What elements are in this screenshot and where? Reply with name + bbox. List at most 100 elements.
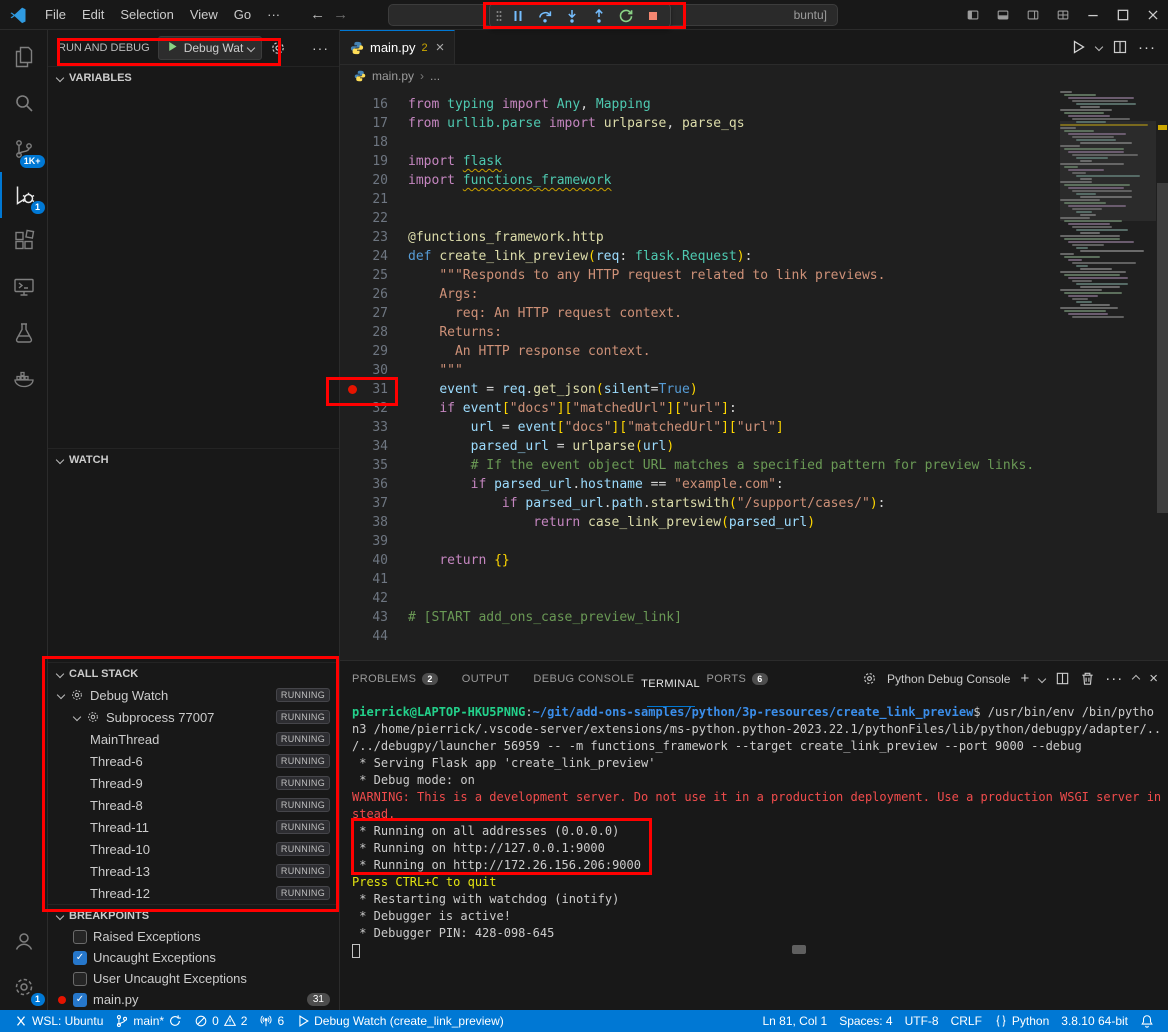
panel-more-actions-icon[interactable]: ··· bbox=[1105, 670, 1123, 687]
activity-accounts[interactable] bbox=[0, 918, 48, 964]
notifications[interactable] bbox=[1134, 1010, 1160, 1032]
terminal-profile-label[interactable]: Python Debug Console bbox=[887, 672, 1010, 686]
gutter[interactable] bbox=[340, 608, 364, 627]
gutter[interactable] bbox=[340, 589, 364, 608]
line-number[interactable]: 42 bbox=[364, 589, 388, 608]
code-text[interactable] bbox=[388, 589, 408, 608]
line-number[interactable]: 27 bbox=[364, 304, 388, 323]
code-text[interactable] bbox=[388, 190, 408, 209]
line-number[interactable]: 43 bbox=[364, 608, 388, 627]
callstack-item[interactable]: Thread-11RUNNING bbox=[48, 816, 339, 838]
gutter[interactable] bbox=[340, 532, 364, 551]
code-text[interactable]: event = req.get_json(silent=True) bbox=[388, 380, 698, 399]
line-number[interactable]: 33 bbox=[364, 418, 388, 437]
line-number[interactable]: 16 bbox=[364, 95, 388, 114]
line-number[interactable]: 20 bbox=[364, 171, 388, 190]
line-number[interactable]: 23 bbox=[364, 228, 388, 247]
step-into-button[interactable] bbox=[560, 5, 584, 27]
activity-settings[interactable]: 1 bbox=[0, 964, 48, 1010]
code-text[interactable]: Args: bbox=[388, 285, 478, 304]
start-debug-icon[interactable] bbox=[166, 40, 179, 56]
debug-status[interactable]: Debug Watch (create_link_preview) bbox=[290, 1010, 510, 1032]
code-text[interactable] bbox=[388, 133, 408, 152]
split-editor-icon[interactable] bbox=[1112, 39, 1128, 55]
terminal-scroll-indicator[interactable] bbox=[792, 945, 806, 954]
sidebar-more-actions-icon[interactable]: ··· bbox=[312, 40, 329, 56]
remote-indicator[interactable]: WSL: Ubuntu bbox=[8, 1010, 109, 1032]
line-number[interactable]: 35 bbox=[364, 456, 388, 475]
breakpoint-checkbox[interactable]: ✓ bbox=[73, 993, 87, 1007]
gutter[interactable] bbox=[340, 380, 364, 399]
gutter[interactable] bbox=[340, 266, 364, 285]
debug-config-dropdown[interactable]: Debug Wat bbox=[158, 36, 263, 60]
gutter[interactable] bbox=[340, 152, 364, 171]
line-number[interactable]: 31 bbox=[364, 380, 388, 399]
breakpoint-dot[interactable] bbox=[348, 385, 357, 394]
breakpoint-item[interactable]: User Uncaught Exceptions bbox=[48, 968, 339, 989]
variables-section-header[interactable]: VARIABLES bbox=[48, 66, 339, 88]
tab-main-py[interactable]: main.py 2 × bbox=[340, 30, 455, 64]
panel-tab-terminal[interactable]: TERMINAL bbox=[647, 661, 695, 707]
gutter[interactable] bbox=[340, 570, 364, 589]
code-text[interactable]: return {} bbox=[388, 551, 510, 570]
breadcrumb-symbol[interactable]: ... bbox=[430, 69, 440, 83]
scrollbar-thumb[interactable] bbox=[1157, 183, 1168, 513]
menu-edit[interactable]: Edit bbox=[74, 4, 112, 25]
line-number[interactable]: 41 bbox=[364, 570, 388, 589]
gutter[interactable] bbox=[340, 494, 364, 513]
activity-docker[interactable] bbox=[0, 356, 48, 402]
breakpoint-checkbox[interactable] bbox=[73, 972, 87, 986]
launch-config-gear-icon[interactable] bbox=[270, 40, 286, 56]
callstack-item[interactable]: Subprocess 77007RUNNING bbox=[48, 706, 339, 728]
breakpoint-checkbox[interactable] bbox=[73, 930, 87, 944]
close-panel-icon[interactable]: × bbox=[1149, 670, 1158, 687]
panel-tab-problems[interactable]: PROBLEMS2 bbox=[340, 661, 450, 696]
line-number[interactable]: 36 bbox=[364, 475, 388, 494]
gutter[interactable] bbox=[340, 475, 364, 494]
minimap[interactable] bbox=[1060, 91, 1156, 631]
gutter[interactable] bbox=[340, 285, 364, 304]
menu-go[interactable]: Go bbox=[226, 4, 259, 25]
callstack-item[interactable]: Thread-13RUNNING bbox=[48, 860, 339, 882]
gutter[interactable] bbox=[340, 551, 364, 570]
cursor-position[interactable]: Ln 81, Col 1 bbox=[756, 1010, 833, 1032]
indentation[interactable]: Spaces: 4 bbox=[833, 1010, 898, 1032]
gutter[interactable] bbox=[340, 342, 364, 361]
line-number[interactable]: 28 bbox=[364, 323, 388, 342]
forward-icon[interactable]: → bbox=[333, 6, 348, 23]
code-text[interactable]: if parsed_url.path.startswith("/support/… bbox=[388, 494, 885, 513]
line-number[interactable]: 21 bbox=[364, 190, 388, 209]
pause-button[interactable] bbox=[506, 5, 530, 27]
close-button[interactable] bbox=[1138, 0, 1168, 30]
customize-layout-icon[interactable] bbox=[1048, 0, 1078, 30]
code-text[interactable]: import flask bbox=[388, 152, 502, 171]
callstack-section-header[interactable]: CALL STACK bbox=[48, 662, 339, 684]
line-number[interactable]: 39 bbox=[364, 532, 388, 551]
menu-[interactable]: ··· bbox=[259, 4, 288, 25]
line-number[interactable]: 34 bbox=[364, 437, 388, 456]
code-text[interactable]: Returns: bbox=[388, 323, 502, 342]
line-number[interactable]: 30 bbox=[364, 361, 388, 380]
gutter[interactable] bbox=[340, 133, 364, 152]
gutter[interactable] bbox=[340, 228, 364, 247]
language-mode[interactable]: Python bbox=[988, 1010, 1055, 1032]
callstack-item[interactable]: Debug WatchRUNNING bbox=[48, 684, 339, 706]
code-text[interactable]: import functions_framework bbox=[388, 171, 612, 190]
code-text[interactable]: # [START add_ons_case_preview_link] bbox=[388, 608, 682, 627]
line-number[interactable]: 24 bbox=[364, 247, 388, 266]
encoding[interactable]: UTF-8 bbox=[899, 1010, 945, 1032]
activity-source-control[interactable]: 1K+ bbox=[0, 126, 48, 172]
stop-button[interactable] bbox=[641, 5, 665, 27]
gutter[interactable] bbox=[340, 247, 364, 266]
branch-status[interactable]: main* bbox=[109, 1010, 188, 1032]
kill-terminal-icon[interactable] bbox=[1080, 671, 1095, 686]
problems-status[interactable]: 02 bbox=[188, 1010, 253, 1032]
code-text[interactable]: # If the event object URL matches a spec… bbox=[388, 456, 1034, 475]
gutter[interactable] bbox=[340, 323, 364, 342]
run-dropdown-icon[interactable] bbox=[1095, 43, 1103, 51]
callstack-item[interactable]: MainThreadRUNNING bbox=[48, 728, 339, 750]
terminal-output[interactable]: pierrick@LAPTOP-HKU5PNNG:~/git/add-ons-s… bbox=[340, 696, 1168, 1010]
line-number[interactable]: 19 bbox=[364, 152, 388, 171]
maximize-panel-icon[interactable] bbox=[1132, 674, 1140, 682]
line-number[interactable]: 26 bbox=[364, 285, 388, 304]
